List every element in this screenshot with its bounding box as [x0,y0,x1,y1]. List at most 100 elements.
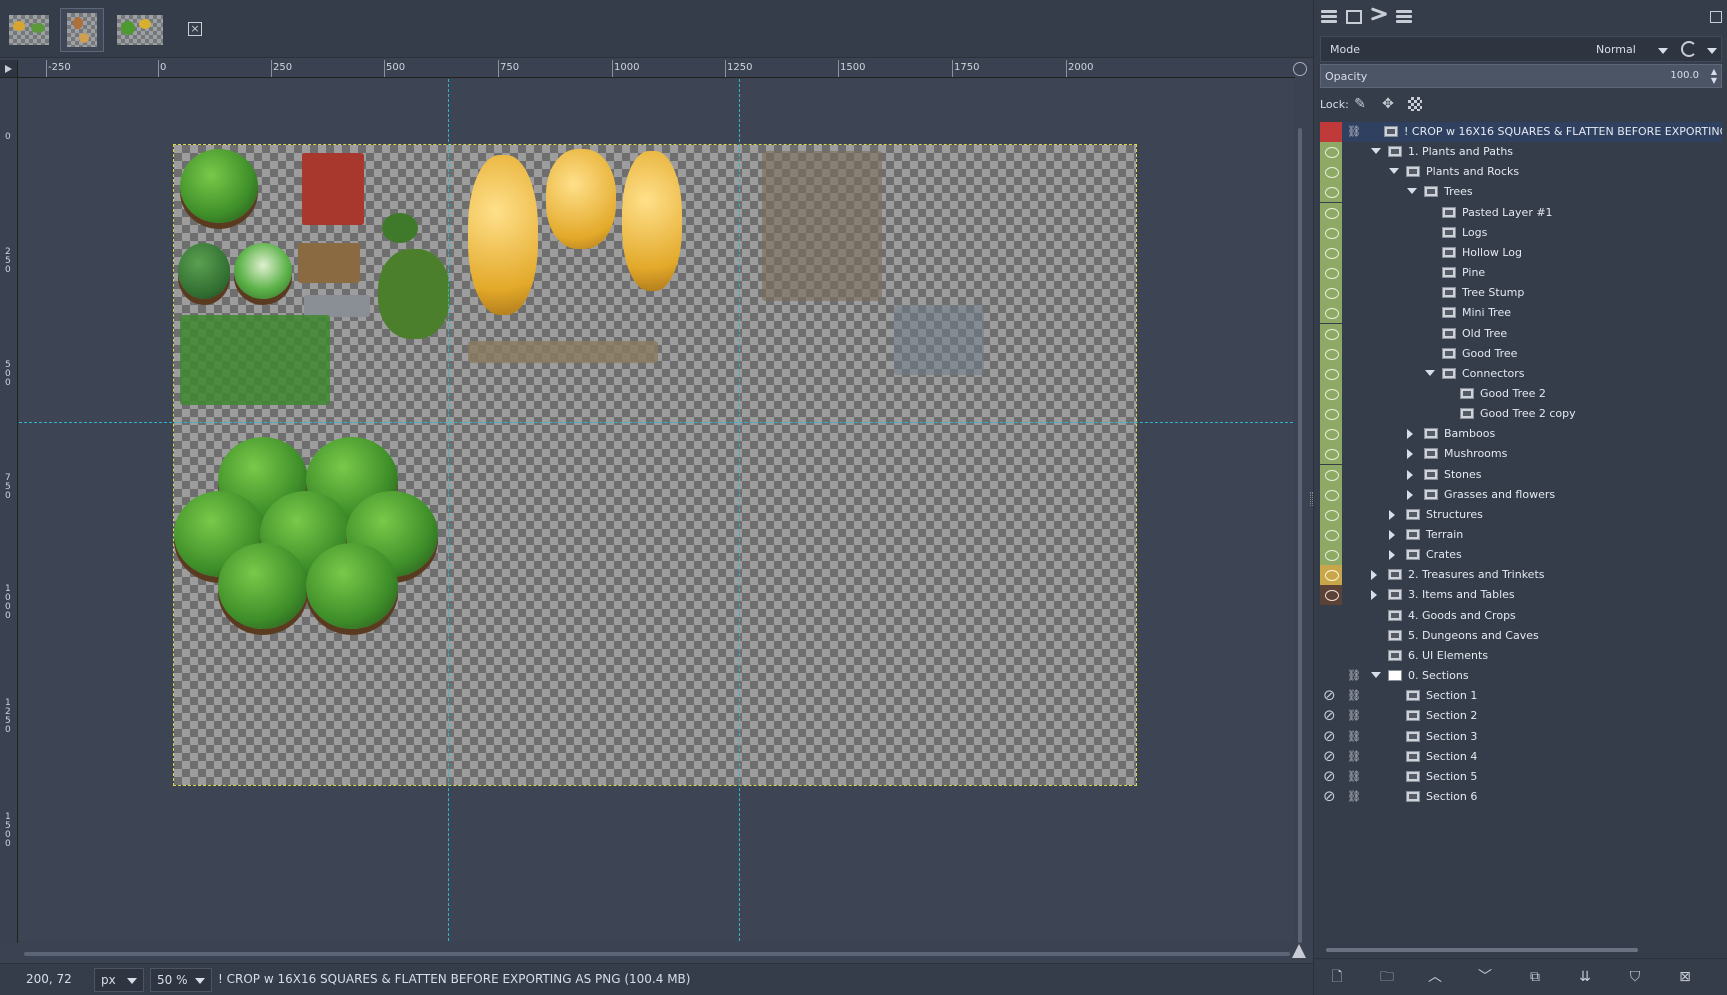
expander-closed-icon[interactable] [1407,449,1413,460]
layer-name[interactable]: Hollow Log [1462,246,1522,259]
delete-layer-icon[interactable]: ⊠ [1676,969,1694,985]
zoom-to-fit-icon[interactable] [1293,62,1307,76]
layer-row[interactable]: ⛓ Section 2 [1320,706,1722,726]
visibility-off-icon[interactable] [1320,706,1342,726]
visibility-eye-icon[interactable] [1320,222,1342,243]
layer-row[interactable]: 4. Goods and Crops [1320,606,1722,626]
layer-name[interactable]: Tree Stump [1462,286,1524,299]
opacity-value[interactable]: 100.0 [1670,70,1699,81]
layer-name[interactable]: 2. Treasures and Trinkets [1408,568,1545,581]
layer-name[interactable]: Logs [1462,226,1487,239]
layer-name[interactable]: Grasses and flowers [1444,488,1555,501]
merge-down-icon[interactable]: ⇊ [1576,969,1594,985]
visibility-eye-icon[interactable] [1320,363,1342,384]
layer-name[interactable]: Stones [1444,468,1482,481]
layer-row[interactable]: ⛓ Section 6 [1320,787,1722,807]
expander-open-icon[interactable] [1371,148,1381,155]
zoom-select[interactable]: 50 % [150,968,212,992]
vertical-guide[interactable] [448,79,449,941]
layer-name[interactable]: Section 3 [1426,730,1477,743]
layer-name[interactable]: Good Tree [1462,347,1517,360]
horizontal-ruler[interactable]: -250 0 250 500 750 1000 1250 1500 1750 2000 [18,60,1295,78]
chain-link-icon[interactable]: ⛓ [1347,689,1361,703]
layer-row[interactable]: Mini Tree [1320,303,1722,324]
quick-mask-toggle[interactable] [0,60,18,78]
layer-name[interactable]: ! CROP w 16X16 SQUARES & FLATTEN BEFORE … [1404,125,1722,138]
canvas-vertical-scrollbar[interactable] [1298,128,1302,943]
visibility-eye-icon[interactable] [1320,242,1342,263]
expander-closed-icon[interactable] [1407,429,1413,440]
chevron-down-icon[interactable] [1707,48,1717,54]
layer-name[interactable]: 4. Goods and Crops [1408,609,1516,622]
layer-name[interactable]: Good Tree 2 copy [1480,407,1576,420]
layer-name[interactable]: Structures [1426,508,1483,521]
undo-history-tab-icon[interactable] [1396,10,1412,24]
visibility-eye-icon[interactable] [1320,404,1342,425]
tab-image-2[interactable] [60,8,104,52]
unit-select[interactable]: px [94,968,144,992]
layer-name[interactable]: Mushrooms [1444,447,1507,460]
new-layer-icon[interactable]: 🗋 [1328,969,1346,985]
raise-layer-icon[interactable]: ︿ [1426,969,1444,985]
layer-name[interactable]: 1. Plants and Paths [1408,145,1513,158]
visibility-eye-icon[interactable] [1320,484,1342,505]
layer-name[interactable]: 5. Dungeons and Caves [1408,629,1539,642]
layer-row[interactable]: Tree Stump [1320,283,1722,304]
expander-closed-icon[interactable] [1371,590,1377,601]
layers-tab-icon[interactable] [1321,10,1337,24]
layer-row[interactable]: ⛓ Section 3 [1320,727,1722,747]
layer-row[interactable]: Stones [1320,464,1722,485]
lock-pixels-icon[interactable]: ✎ [1352,96,1368,112]
layer-name[interactable]: Section 4 [1426,750,1477,763]
expander-closed-icon[interactable] [1407,469,1413,480]
visibility-eye-icon[interactable] [1320,283,1342,304]
visibility-off-icon[interactable] [1320,767,1342,787]
layer-name[interactable]: Section 1 [1426,689,1477,702]
visibility-eye-icon[interactable] [1320,525,1342,545]
layer-row[interactable]: Mushrooms [1320,444,1722,465]
vertical-ruler[interactable]: 0 2 5 0 5 0 0 7 5 0 1 0 0 0 1 2 5 0 1 5 0 0 [0,78,18,943]
layers-list[interactable]: ⛓ ! CROP w 16X16 SQUARES & FLATTEN BEFORE… [1320,122,1722,842]
visibility-eye-icon[interactable] [1320,162,1342,183]
chain-link-icon[interactable]: ⛓ [1347,770,1361,784]
visibility-eye-icon[interactable] [1320,585,1342,606]
chain-link-icon[interactable]: ⛓ [1347,709,1361,723]
layer-row[interactable]: Connectors [1320,363,1722,384]
visibility-eye-icon[interactable] [1320,343,1342,364]
expander-closed-icon[interactable] [1389,550,1395,561]
expander-open-icon[interactable] [1425,369,1435,376]
layer-row[interactable]: 3. Items and Tables [1320,585,1722,606]
expander-closed-icon[interactable] [1371,570,1377,581]
layer-row[interactable]: Old Tree [1320,323,1722,344]
layer-row[interactable]: 1. Plants and Paths [1320,142,1722,163]
visibility-eye-icon[interactable] [1320,545,1342,566]
layer-name[interactable]: 3. Items and Tables [1408,588,1515,601]
opacity-spin-icon[interactable]: ▲ ▼ [1711,67,1717,85]
layer-row[interactable]: 5. Dungeons and Caves [1320,626,1722,646]
chevron-down-icon[interactable] [1658,48,1668,54]
layer-row[interactable]: Pasted Layer #1 [1320,202,1722,223]
visibility-eye-icon[interactable] [1320,202,1342,223]
lock-position-icon[interactable]: ✥ [1380,96,1396,112]
layer-name[interactable]: Trees [1444,185,1473,198]
expander-open-icon[interactable] [1371,672,1381,679]
duplicate-layer-icon[interactable]: ⧉ [1526,969,1544,985]
visibility-eye-icon[interactable] [1320,464,1342,485]
layer-row[interactable]: ⛓ 0. Sections [1320,666,1722,686]
layer-name[interactable]: Section 5 [1426,770,1477,783]
dock-menu-icon[interactable] [1710,11,1722,23]
layer-name[interactable]: Section 2 [1426,709,1477,722]
lower-layer-icon[interactable]: ﹀ [1476,969,1494,985]
canvas[interactable] [19,79,1293,941]
opacity-slider[interactable]: Opacity 100.0 ▲ ▼ [1320,64,1722,88]
layer-row[interactable]: Good Tree [1320,343,1722,364]
layer-row[interactable]: Logs [1320,222,1722,243]
expander-open-icon[interactable] [1407,188,1417,195]
visibility-eye-icon[interactable] [1320,606,1342,626]
layer-name[interactable]: Crates [1426,548,1462,561]
visibility-eye-icon[interactable] [1320,646,1342,666]
visibility-eye-icon[interactable] [1320,323,1342,344]
layer-name[interactable]: Plants and Rocks [1426,165,1519,178]
vertical-guide[interactable] [739,79,740,941]
visibility-eye-icon[interactable] [1320,383,1342,404]
